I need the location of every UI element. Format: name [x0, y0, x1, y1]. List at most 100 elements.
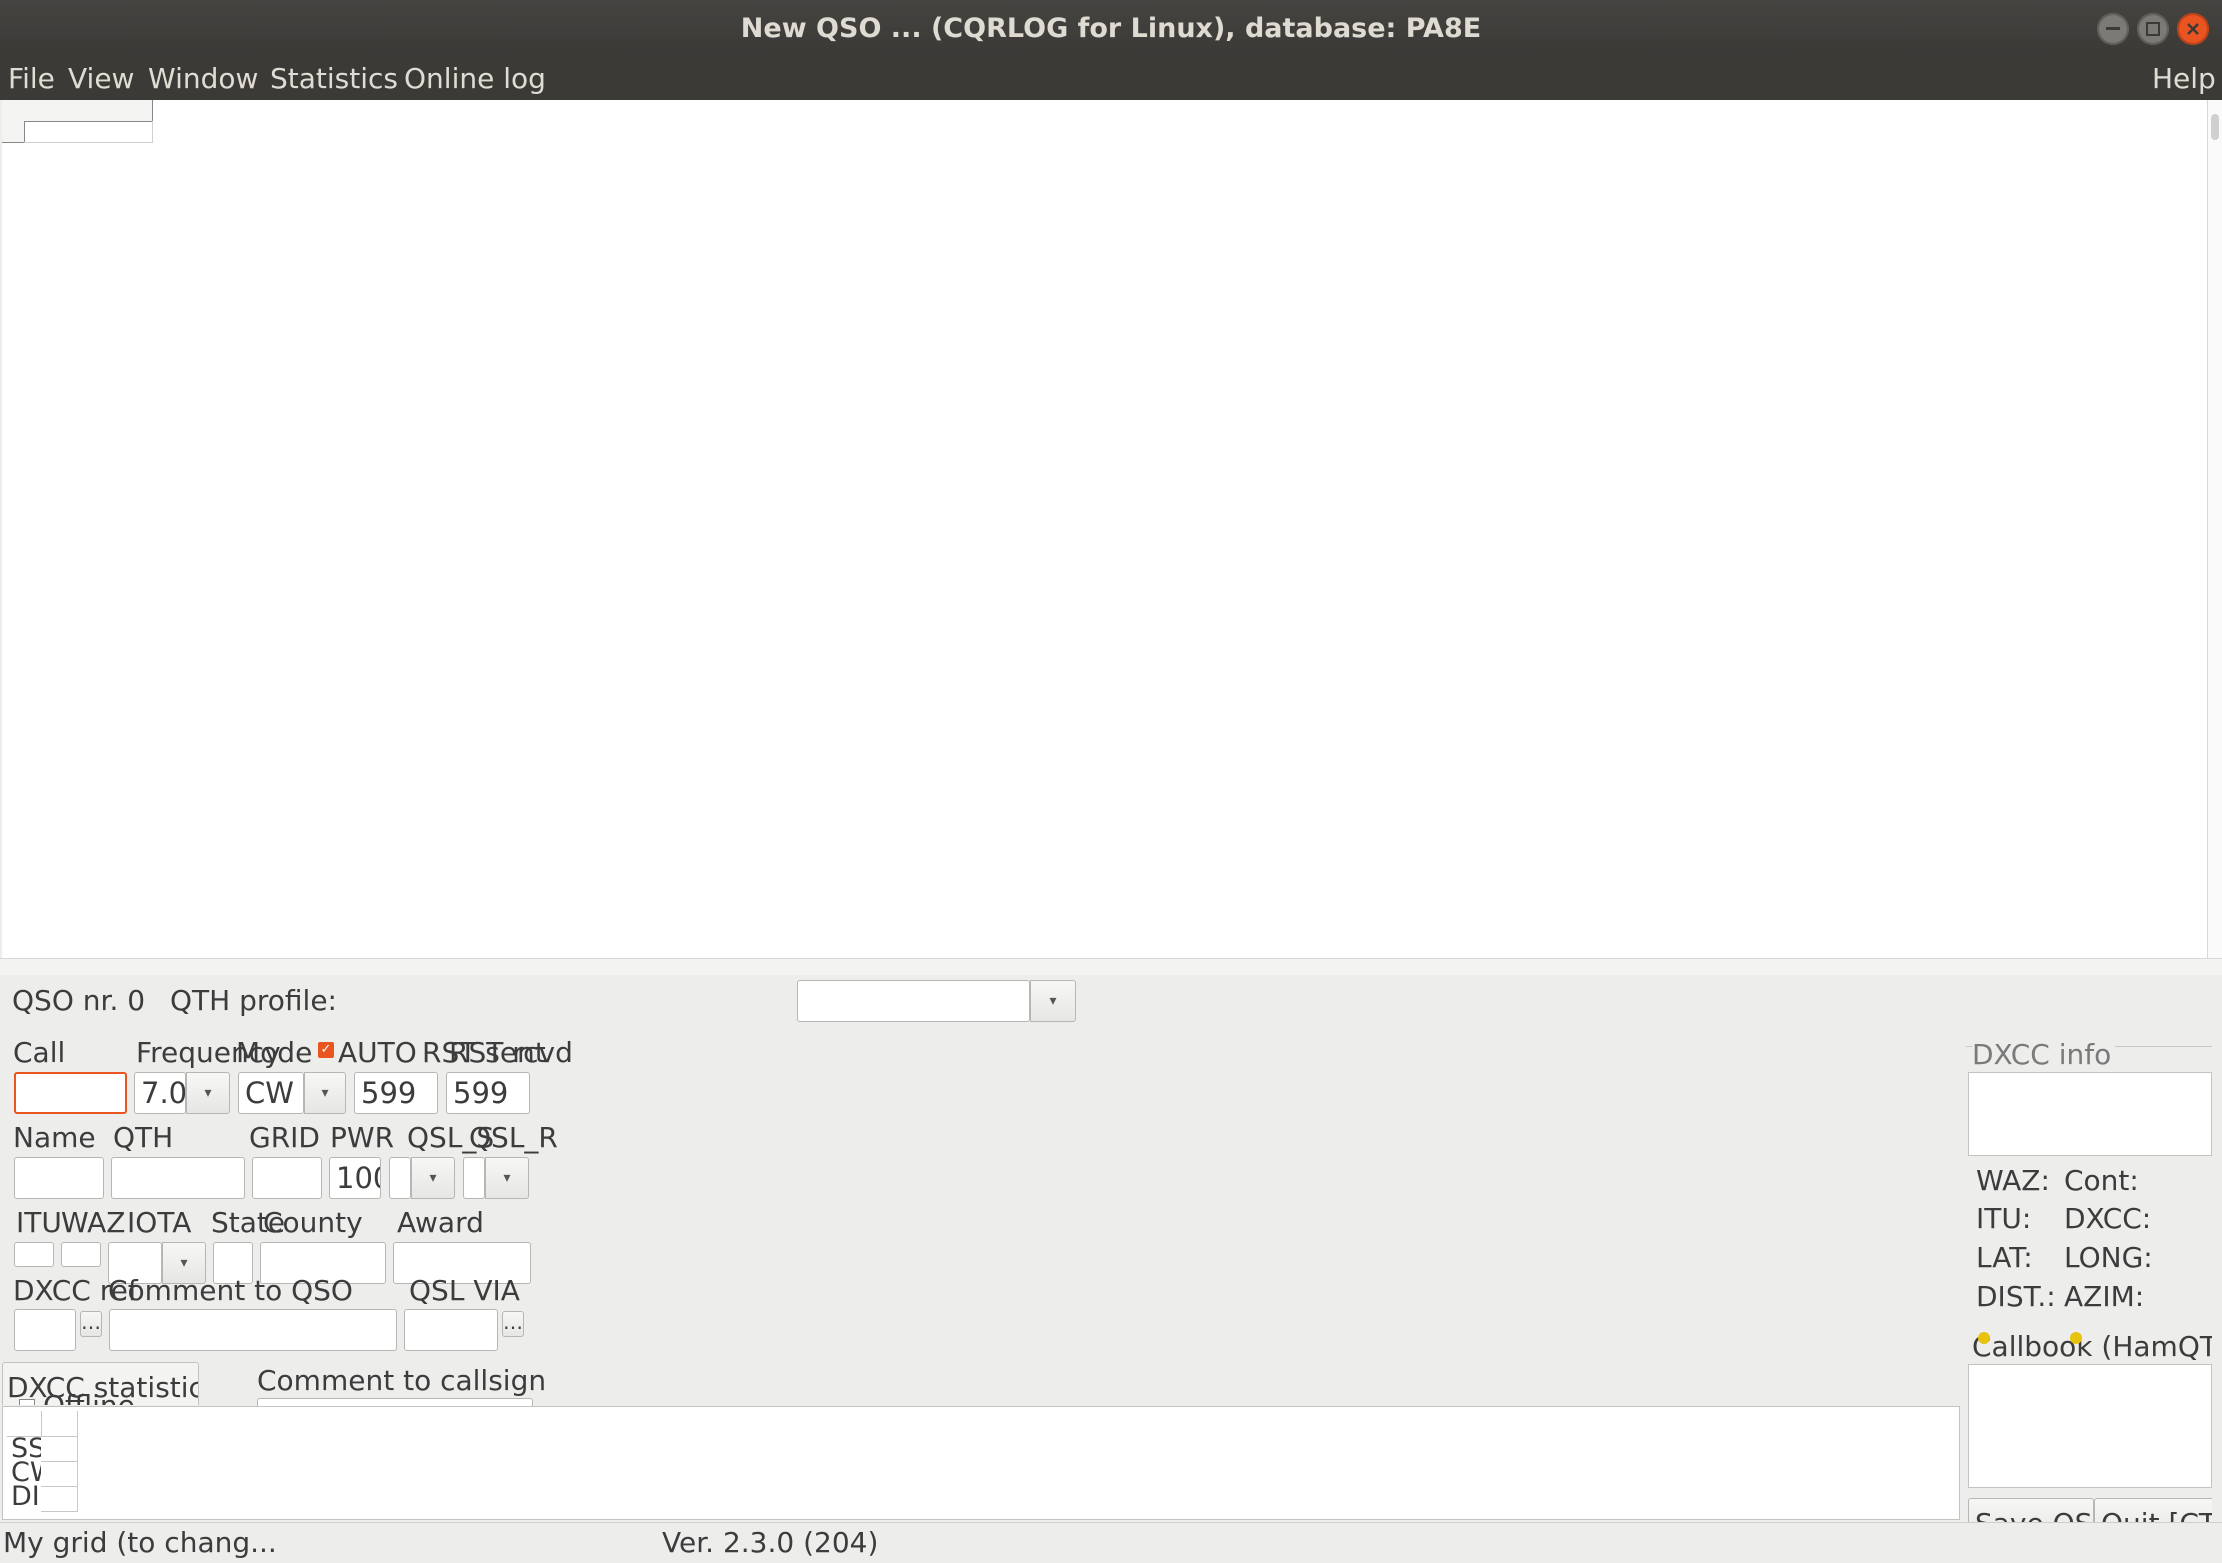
long-info-label: LONG: [2064, 1241, 2153, 1274]
menu-file[interactable]: File [8, 58, 55, 100]
my-grid-status: My grid (to chang... [3, 1526, 277, 1559]
loading-icon [2070, 1332, 2082, 1344]
window-title: New QSO ... (CQRLOG for Linux), database… [740, 13, 1482, 44]
chevron-down-icon: ▾ [180, 1255, 188, 1271]
azim-info-label: AZIM: [2064, 1280, 2145, 1313]
chevron-down-icon: ▾ [429, 1170, 437, 1186]
close-icon [2187, 23, 2199, 35]
frequency-input[interactable]: 7.02 [134, 1072, 186, 1114]
chevron-down-icon: ▾ [321, 1085, 329, 1101]
dxcc-ref-browse-button[interactable]: … [80, 1311, 102, 1337]
comment-qso-input[interactable] [109, 1309, 397, 1351]
status-bar [0, 1522, 2222, 1563]
auto-checkbox[interactable]: ✓ [318, 1042, 334, 1058]
dxcc-ref-input[interactable] [14, 1309, 76, 1351]
version-status: Ver. 2.3.0 (204) [662, 1526, 879, 1559]
menu-window[interactable]: Window [148, 58, 258, 100]
name-label: Name [13, 1121, 96, 1154]
close-button[interactable] [2177, 13, 2209, 45]
rst-sent-input[interactable]: 599 [354, 1072, 438, 1114]
tab-dxcc-statistic[interactable]: DXCC statistic Offline [2, 1362, 199, 1405]
qth-input[interactable] [111, 1157, 245, 1199]
qth-label: QTH [113, 1121, 174, 1154]
iota-label: IOTA [127, 1206, 192, 1239]
quit-button[interactable]: Quit [CTRL+Q] [2094, 1498, 2212, 1522]
rst-rcvd-label: RST rcvd [449, 1036, 573, 1069]
qth-profile-select[interactable] [797, 980, 1030, 1022]
check-icon: ✓ [320, 1042, 332, 1057]
grid-corner-cells [2, 100, 153, 144]
dxcc-info-section: DXCC info WAZ: Cont: ITU: DXCC: LAT: LON… [1966, 1038, 2212, 1522]
grid-input[interactable] [252, 1157, 322, 1199]
qsl-via-label: QSL VIA [409, 1274, 520, 1307]
dxcc-stat-row-cw: CW [11, 1461, 41, 1485]
itu-input[interactable] [14, 1242, 54, 1267]
quit-label: Quit [CTRL+Q] [2101, 1507, 2212, 1522]
more-icon: … [81, 1310, 101, 1334]
qso-list-grid[interactable] [2, 100, 2207, 959]
offline-label: Offline [43, 1389, 135, 1405]
mode-select[interactable]: CW [238, 1072, 304, 1114]
pwr-input[interactable]: 100 [329, 1157, 381, 1199]
qsl-via-input[interactable] [404, 1309, 498, 1351]
comment-callsign-label: Comment to callsign [257, 1364, 547, 1397]
call-input[interactable] [14, 1072, 127, 1114]
call-label: Call [13, 1036, 66, 1069]
grid-horizontal-scrollbar[interactable] [0, 958, 2222, 975]
name-input[interactable] [14, 1157, 104, 1199]
save-qso-button[interactable]: Save QSO [1968, 1498, 2094, 1522]
waz-input[interactable] [61, 1242, 101, 1267]
qth-profile-dropdown-button[interactable]: ▾ [1030, 980, 1076, 1022]
dxcc-info-title: DXCC info [1972, 1038, 2116, 1071]
qso-number: QSO nr. 0 [12, 984, 146, 1017]
qth-profile-label: QTH profile: [170, 984, 337, 1017]
maximize-icon [2146, 22, 2160, 36]
dxcc-stat-grid: SSB CW DIGI [7, 1411, 78, 1515]
menu-statistics[interactable]: Statistics [270, 58, 398, 100]
qsl-s-dropdown-button[interactable]: ▾ [411, 1157, 455, 1199]
itu-info-label: ITU: [1976, 1202, 2032, 1235]
dist-info-label: DIST.: [1976, 1280, 2056, 1313]
dxcc-stat-row-ssb: SSB [11, 1437, 41, 1461]
save-qso-label: Save QSO [1975, 1507, 2093, 1522]
maximize-button[interactable] [2137, 13, 2169, 45]
pwr-label: PWR [330, 1121, 395, 1154]
more-icon: … [503, 1310, 523, 1334]
dxcc-info-label: DXCC: [2064, 1202, 2152, 1235]
dxcc-statistic-panel: SSB CW DIGI [2, 1406, 1960, 1520]
chevron-down-icon: ▾ [1049, 993, 1057, 1009]
award-label: Award [397, 1206, 484, 1239]
waz-label: WAZ [61, 1206, 126, 1239]
cont-info-label: Cont: [2064, 1164, 2139, 1197]
frequency-dropdown-button[interactable]: ▾ [186, 1072, 230, 1114]
callbook-label: Callbook (HamQTH) [1972, 1330, 2212, 1363]
itu-label: ITU [16, 1206, 62, 1239]
grid-vertical-scrollbar[interactable] [2207, 100, 2222, 960]
callbook-info-box [1968, 1364, 2212, 1488]
qsl-r-dropdown-button[interactable]: ▾ [485, 1157, 529, 1199]
qsl-r-label: QSL_R [469, 1121, 558, 1154]
menu-help[interactable]: Help [2152, 58, 2216, 100]
mode-label: Mode [236, 1036, 313, 1069]
loading-icon [1978, 1332, 1990, 1344]
mode-dropdown-button[interactable]: ▾ [304, 1072, 346, 1114]
lat-info-label: LAT: [1976, 1241, 2033, 1274]
dxcc-info-box [1968, 1072, 2212, 1156]
rst-rcvd-input[interactable]: 599 [446, 1072, 530, 1114]
offline-checkbox[interactable] [19, 1399, 35, 1405]
qsl-r-select[interactable] [463, 1157, 485, 1199]
qsl-s-select[interactable] [389, 1157, 411, 1199]
auto-label: AUTO [338, 1036, 417, 1069]
grid-label: GRID [249, 1121, 320, 1154]
minimize-icon [2106, 27, 2120, 30]
dxcc-stat-row-digi: DIGI [11, 1485, 41, 1509]
minimize-button[interactable] [2097, 13, 2129, 45]
waz-info-label: WAZ: [1976, 1164, 2050, 1197]
qsl-via-browse-button[interactable]: … [502, 1311, 524, 1337]
chevron-down-icon: ▾ [204, 1085, 212, 1101]
comment-qso-label: Comment to QSO [108, 1274, 353, 1307]
menu-view[interactable]: View [68, 58, 134, 100]
chevron-down-icon: ▾ [503, 1170, 511, 1186]
menu-online-log[interactable]: Online log [404, 58, 546, 100]
county-label: County [263, 1206, 363, 1239]
